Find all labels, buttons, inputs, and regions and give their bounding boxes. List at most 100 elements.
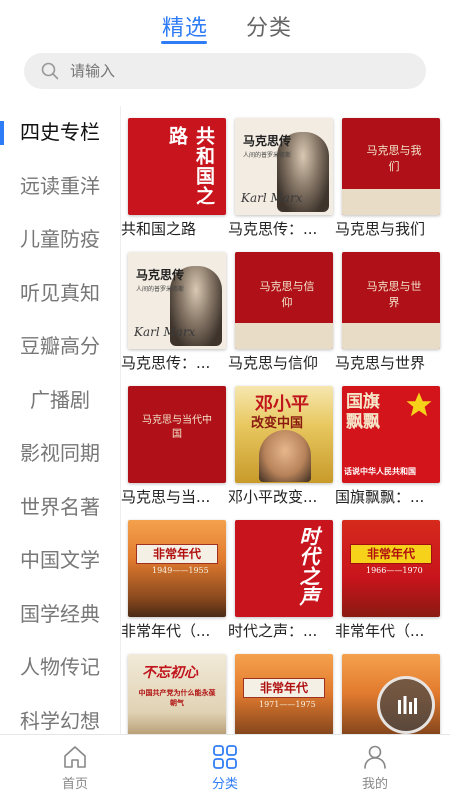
- cover-title-text: 时代之声: [296, 526, 320, 606]
- book-card[interactable]: 马克思与世界 马克思与世界: [335, 240, 441, 372]
- book-title: 马克思传：...: [121, 354, 211, 372]
- audio-bars-icon: [398, 696, 417, 714]
- book-card[interactable]: 国旗飘飘 话说中华人民共和国 国旗飘飘：...: [335, 374, 441, 506]
- cover-signature: Karl Marx: [241, 191, 303, 205]
- cover-band: [342, 189, 440, 215]
- sidebar-item-child-epidemic[interactable]: 儿童防疫: [0, 213, 120, 267]
- tab-featured[interactable]: 精选: [162, 10, 208, 42]
- book-cover: 国旗飘飘 话说中华人民共和国: [342, 386, 440, 483]
- book-title: 马克思与信仰: [228, 354, 319, 372]
- book-title: 时代之声：...: [228, 622, 318, 640]
- cover-subtitle-text: 改变中国: [251, 416, 304, 431]
- nav-home[interactable]: 首页: [0, 735, 150, 800]
- sidebar-item-sci-fi[interactable]: 科学幻想: [0, 695, 120, 735]
- cover-band: [235, 323, 333, 349]
- cover-title-text: 不忘初心: [142, 665, 198, 681]
- cover-title-text: 共和国之路: [166, 126, 215, 206]
- book-card[interactable]: 马克思与我们 马克思与我们: [335, 106, 441, 238]
- book-title: 马克思与我们: [335, 220, 426, 238]
- book-title: 非常年代（...: [121, 622, 211, 640]
- book-cover: 时代之声: [235, 520, 333, 617]
- cover-title-text: 马克思与信仰: [259, 280, 315, 309]
- cover-subtitle-text: 人间的普罗米修斯: [243, 152, 292, 159]
- book-card[interactable]: 马克思传 人间的普罗米修斯 Karl Marx 马克思传：...: [228, 106, 334, 238]
- cover-signature: Karl Marx: [134, 325, 196, 339]
- portrait-image: [259, 430, 311, 482]
- active-tab-indicator: [161, 41, 207, 44]
- book-card[interactable]: 邓小平 改变中国 邓小平改变...: [228, 374, 334, 506]
- sidebar-item-biography[interactable]: 人物传记: [0, 641, 120, 695]
- cover-title-text: 非常年代: [136, 544, 218, 564]
- book-title: 马克思与世界: [335, 354, 426, 372]
- book-card[interactable]: 共和国之路 共和国之路: [121, 106, 227, 238]
- book-title: 邓小平改变...: [228, 488, 318, 506]
- sidebar-item-four-histories[interactable]: 四史专栏: [0, 106, 120, 160]
- audio-player-button[interactable]: [377, 676, 435, 734]
- cover-title-text: 马克思传: [136, 268, 185, 282]
- sidebar-item-hear-truth[interactable]: 听见真知: [0, 267, 120, 321]
- book-card[interactable]: 非常年代 1949——1955 非常年代（...: [121, 508, 227, 640]
- cover-title-text: 马克思传: [243, 134, 292, 148]
- cover-subtitle-text: 1966——1970: [366, 566, 423, 575]
- nav-home-label: 首页: [61, 777, 88, 792]
- cover-subtitle-text: 中国共产党为什么能永葆朝气: [138, 688, 216, 707]
- cover-title-text: 国旗飘飘: [346, 392, 380, 432]
- cover-title-text: 非常年代: [350, 544, 432, 564]
- book-card[interactable]: 马克思传 人间的普罗米修斯 Karl Marx 马克思传：...: [121, 240, 227, 372]
- book-cover: 马克思与世界: [342, 252, 440, 349]
- book-card[interactable]: 非常年代 1971——1975: [228, 642, 334, 734]
- book-cover: 马克思传 人间的普罗米修斯 Karl Marx: [128, 252, 226, 349]
- search-input[interactable]: [70, 53, 410, 89]
- cover-subtitle-text: 1949——1955: [152, 566, 209, 575]
- book-title: 共和国之路: [121, 220, 197, 238]
- cover-title-text: 马克思与世界: [366, 280, 422, 309]
- book-cover: 不忘初心 中国共产党为什么能永葆朝气: [128, 654, 226, 734]
- sidebar-item-world-classics[interactable]: 世界名著: [0, 481, 120, 535]
- nav-profile-label: 我的: [361, 777, 388, 792]
- book-cover: 邓小平 改变中国: [235, 386, 333, 483]
- user-icon: [364, 745, 386, 769]
- sidebar-item-chinese-literature[interactable]: 中国文学: [0, 534, 120, 588]
- book-card[interactable]: 非常年代 1966——1970 非常年代（...: [335, 508, 441, 640]
- search-bar[interactable]: [24, 53, 426, 89]
- grid-icon: [213, 745, 237, 769]
- cover-title-text: 非常年代: [243, 678, 325, 698]
- search-icon: [41, 62, 59, 80]
- top-tab-bar: 精选 分类: [0, 0, 450, 48]
- book-title: 国旗飘飘：...: [335, 488, 425, 506]
- bottom-nav: 首页 分类 我的: [0, 734, 450, 800]
- category-sidebar: 四史专栏 远读重洋 儿童防疫 听见真知 豆瓣高分 广播剧 影视同期 世界名著 中…: [0, 106, 120, 734]
- book-card[interactable]: 马克思与信仰 马克思与信仰: [228, 240, 334, 372]
- nav-category[interactable]: 分类: [150, 735, 300, 800]
- home-icon: [64, 746, 86, 768]
- sidebar-item-film-tv[interactable]: 影视同期: [0, 427, 120, 481]
- book-cover: 马克思与信仰: [235, 252, 333, 349]
- nav-category-label: 分类: [211, 777, 238, 792]
- book-cover: 非常年代 1971——1975: [235, 654, 333, 734]
- book-title: 非常年代（...: [335, 622, 425, 640]
- book-card[interactable]: 不忘初心 中国共产党为什么能永葆朝气: [121, 642, 227, 734]
- book-title: 马克思与当...: [121, 488, 211, 506]
- book-cover: 非常年代 1949——1955: [128, 520, 226, 617]
- cover-title-text: 马克思与当代中国: [142, 415, 212, 440]
- book-cover: 非常年代 1966——1970: [342, 520, 440, 617]
- cover-band: [342, 323, 440, 349]
- nav-profile[interactable]: 我的: [300, 735, 450, 800]
- sidebar-item-overseas-reading[interactable]: 远读重洋: [0, 160, 120, 214]
- book-cover: 共和国之路: [128, 118, 226, 215]
- book-card[interactable]: 时代之声 时代之声：...: [228, 508, 334, 640]
- cover-subtitle-text: 1971——1975: [259, 700, 316, 709]
- book-grid: 共和国之路 共和国之路 马克思传 人间的普罗米修斯 Karl Marx 马克思传…: [121, 106, 450, 734]
- sidebar-item-radio-drama[interactable]: 广播剧: [0, 374, 120, 428]
- book-cover: 马克思与当代中国: [128, 386, 226, 483]
- book-card[interactable]: 马克思与当代中国 马克思与当...: [121, 374, 227, 506]
- book-title: 马克思传：...: [228, 220, 318, 238]
- tab-category[interactable]: 分类: [246, 10, 292, 42]
- cover-subtitle-text: 人间的普罗米修斯: [136, 286, 185, 293]
- sidebar-item-douban-high[interactable]: 豆瓣高分: [0, 320, 120, 374]
- book-cover: 马克思传 人间的普罗米修斯 Karl Marx: [235, 118, 333, 215]
- star-icon: [406, 392, 432, 417]
- cover-title-text: 马克思与我们: [366, 144, 422, 173]
- cover-subtitle-text: 话说中华人民共和国: [344, 466, 416, 476]
- sidebar-item-sinology[interactable]: 国学经典: [0, 588, 120, 642]
